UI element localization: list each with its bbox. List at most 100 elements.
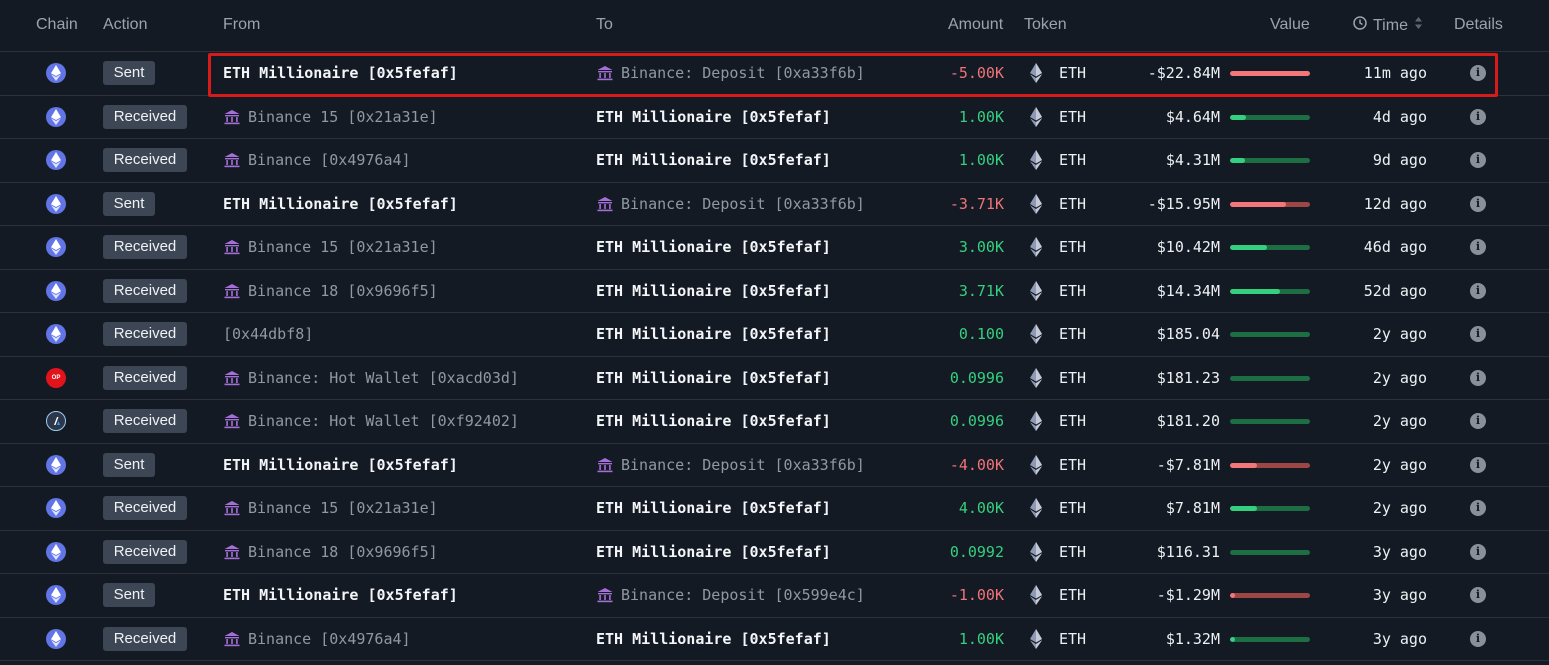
table-row[interactable]: OP Received Binance: Hot Wallet [0xacd03d]… xyxy=(0,357,1549,400)
from-address-link[interactable]: Binance: Hot Wallet [0xf92402] xyxy=(223,412,519,430)
time-ago: 2y ago xyxy=(1372,325,1427,343)
from-address-link[interactable]: Binance 18 [0x9696f5] xyxy=(223,282,438,300)
to-address-link[interactable]: ETH Millionaire [0x5fefaf] xyxy=(596,369,831,387)
time-ago: 2y ago xyxy=(1372,368,1427,387)
eth-token-icon xyxy=(1030,150,1042,170)
token-symbol[interactable]: ETH xyxy=(1059,195,1086,213)
ethereum-chain-icon xyxy=(46,498,66,518)
header-token: Token xyxy=(1024,16,1067,33)
to-address-link[interactable]: ETH Millionaire [0x5fefaf] xyxy=(596,282,831,300)
token-symbol[interactable]: ETH xyxy=(1059,238,1086,256)
from-address-link[interactable]: Binance [0x4976a4] xyxy=(223,630,411,648)
token-symbol[interactable]: ETH xyxy=(1059,108,1086,126)
info-icon[interactable]: i xyxy=(1470,108,1486,125)
info-icon[interactable]: i xyxy=(1470,630,1486,647)
eth-token-icon xyxy=(1030,411,1042,431)
from-address-link[interactable]: ETH Millionaire [0x5fefaf] xyxy=(223,64,458,82)
usd-value: -$15.95M xyxy=(1147,194,1220,213)
token-symbol[interactable]: ETH xyxy=(1059,630,1086,648)
info-icon[interactable]: i xyxy=(1470,239,1486,255)
table-row[interactable]: Sent ETH Millionaire [0x5fefaf] Binance: D… xyxy=(0,444,1549,487)
token-symbol[interactable]: ETH xyxy=(1059,282,1086,300)
to-address-link[interactable]: Binance: Deposit [0x599e4c] xyxy=(596,586,865,604)
to-address-label: ETH Millionaire [0x5fefaf] xyxy=(596,629,831,648)
from-address-link[interactable]: Binance 15 [0x21a31e] xyxy=(223,108,438,126)
to-address-link[interactable]: ETH Millionaire [0x5fefaf] xyxy=(596,499,831,517)
value-bar-fill xyxy=(1230,593,1235,598)
from-address-label: Binance [0x4976a4] xyxy=(248,151,411,169)
token-symbol[interactable]: ETH xyxy=(1059,64,1086,82)
to-address-link[interactable]: ETH Millionaire [0x5fefaf] xyxy=(596,412,831,430)
table-row[interactable]: Received Binance 15 [0x21a31e] ETH Million… xyxy=(0,226,1549,270)
to-address-link[interactable]: Binance: Deposit [0xa33f6b] xyxy=(596,195,865,213)
info-icon[interactable]: i xyxy=(1470,413,1486,429)
ethereum-chain-icon xyxy=(46,585,66,605)
table-row[interactable]: Sent ETH Millionaire [0x5fefaf] Binance: D… xyxy=(0,52,1549,96)
token-symbol[interactable]: ETH xyxy=(1059,325,1086,343)
token-symbol[interactable]: ETH xyxy=(1059,151,1086,169)
header-time-sort[interactable]: Time xyxy=(1353,16,1423,35)
to-address-link[interactable]: ETH Millionaire [0x5fefaf] xyxy=(596,151,831,169)
to-address-link[interactable]: ETH Millionaire [0x5fefaf] xyxy=(596,630,831,648)
token-symbol[interactable]: ETH xyxy=(1059,499,1086,517)
token-symbol[interactable]: ETH xyxy=(1059,586,1086,604)
table-row[interactable]: Received Binance 18 [0x9696f5] ETH Million… xyxy=(0,531,1549,574)
from-address-link[interactable]: Binance [0x4976a4] xyxy=(223,151,411,169)
table-row[interactable]: Received Binance 15 [0x21a31e] ETH Million… xyxy=(0,96,1549,139)
info-icon[interactable]: i xyxy=(1470,587,1486,603)
table-row[interactable]: Received Binance 18 [0x9696f5] ETH Million… xyxy=(0,270,1549,313)
from-address-link[interactable]: ETH Millionaire [0x5fefaf] xyxy=(223,195,458,213)
time-ago: 3y ago xyxy=(1372,542,1427,561)
from-address-link[interactable]: [0x44dbf8] xyxy=(223,325,313,343)
time-ago: 4d ago xyxy=(1372,107,1427,126)
to-address-link[interactable]: Binance: Deposit [0xa33f6b] xyxy=(596,64,865,82)
info-icon[interactable]: i xyxy=(1470,152,1486,168)
token-symbol[interactable]: ETH xyxy=(1059,456,1086,474)
header-action: Action xyxy=(103,16,148,33)
table-row[interactable]: Sent ETH Millionaire [0x5fefaf] Binance: D… xyxy=(0,183,1549,226)
to-address-link[interactable]: ETH Millionaire [0x5fefaf] xyxy=(596,325,831,343)
table-row[interactable]: Received Binance 15 [0x21a31e] ETH Million… xyxy=(0,487,1549,531)
time-ago: 46d ago xyxy=(1363,238,1427,256)
usd-value: $4.64M xyxy=(1165,107,1220,126)
to-address-link[interactable]: Binance: Deposit [0xa33f6b] xyxy=(596,456,865,474)
amount-value: 0.100 xyxy=(958,325,1004,343)
token-symbol[interactable]: ETH xyxy=(1059,543,1086,561)
info-icon[interactable]: i xyxy=(1470,369,1486,386)
from-address-link[interactable]: Binance: Hot Wallet [0xacd03d] xyxy=(223,369,519,387)
eth-token-icon xyxy=(1030,63,1042,83)
action-badge: Received xyxy=(103,148,187,172)
info-icon[interactable]: i xyxy=(1470,65,1486,81)
token-symbol[interactable]: ETH xyxy=(1059,412,1086,430)
from-address-link[interactable]: Binance 15 [0x21a31e] xyxy=(223,238,438,256)
value-bar-fill xyxy=(1230,288,1281,294)
from-address-link[interactable]: Binance 15 [0x21a31e] xyxy=(223,499,438,517)
token-symbol[interactable]: ETH xyxy=(1059,369,1086,387)
info-icon[interactable]: i xyxy=(1470,326,1486,342)
to-address-link[interactable]: ETH Millionaire [0x5fefaf] xyxy=(596,238,831,256)
from-address-link[interactable]: Binance 18 [0x9696f5] xyxy=(223,543,438,561)
info-icon[interactable]: i xyxy=(1470,456,1486,473)
usd-value: -$7.81M xyxy=(1156,455,1220,474)
info-icon[interactable]: i xyxy=(1470,543,1486,560)
table-row[interactable]: Received Binance [0x4976a4] ETH Millionair… xyxy=(0,139,1549,183)
amount-value: 0.0996 xyxy=(949,412,1004,430)
info-icon[interactable]: i xyxy=(1470,500,1486,516)
table-row[interactable]: Received [0x44dbf8] ETH Millionaire [0x5fe… xyxy=(0,313,1549,357)
table-row[interactable]: Received Binance [0x4976a4] ETH Millionair… xyxy=(0,618,1549,661)
from-address-link[interactable]: ETH Millionaire [0x5fefaf] xyxy=(223,586,458,604)
table-row[interactable]: Received Binance: Hot Wallet [0xf92402] ET… xyxy=(0,400,1549,444)
from-address-label: Binance: Hot Wallet [0xf92402] xyxy=(248,412,519,430)
to-address-link[interactable]: ETH Millionaire [0x5fefaf] xyxy=(596,108,831,126)
exchange-bank-icon xyxy=(223,544,241,560)
value-bar xyxy=(1230,549,1310,555)
eth-token-icon xyxy=(1030,237,1042,257)
time-ago: 52d ago xyxy=(1363,281,1427,300)
info-icon[interactable]: i xyxy=(1470,282,1486,299)
from-address-link[interactable]: ETH Millionaire [0x5fefaf] xyxy=(223,456,458,474)
to-address-link[interactable]: ETH Millionaire [0x5fefaf] xyxy=(596,543,831,561)
amount-value: 1.00K xyxy=(958,629,1004,648)
info-icon[interactable]: i xyxy=(1470,195,1486,212)
table-row[interactable]: Sent ETH Millionaire [0x5fefaf] Binance: D… xyxy=(0,574,1549,618)
usd-value: $4.31M xyxy=(1165,151,1220,169)
